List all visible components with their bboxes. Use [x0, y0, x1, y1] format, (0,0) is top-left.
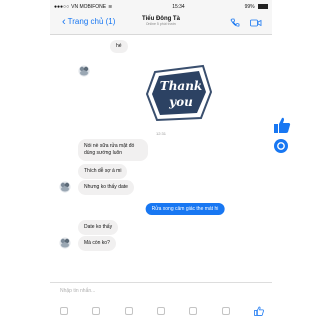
message-text: Date ko thấy	[84, 224, 113, 230]
sticker-icon[interactable]	[124, 307, 133, 315]
like-icon[interactable]	[273, 116, 291, 134]
call-actions	[230, 18, 262, 28]
camera-icon[interactable]	[60, 307, 68, 315]
seen-icon	[277, 142, 285, 150]
thank-you-sticker[interactable]: Thank you	[145, 64, 217, 122]
chat-header: ‹ Trang chủ (1) Tiểu Đông Tà Online 5 ph…	[50, 13, 272, 35]
avatar[interactable]	[78, 65, 90, 77]
message-text: hé	[116, 43, 122, 49]
sticker-text-thank: Thank	[160, 79, 202, 93]
message-bubble[interactable]: hé	[110, 40, 128, 53]
battery-percent: 99%	[244, 3, 255, 10]
message-bubble[interactable]: Nhưng ko thấy date	[78, 180, 134, 195]
composer-toolbar	[60, 306, 264, 316]
message-bubble[interactable]: Thích dễ sợ á mi	[78, 164, 128, 179]
gif-icon[interactable]	[156, 307, 165, 315]
composer: Nhập tin nhắn...	[50, 282, 272, 320]
message-bubble[interactable]: Date ko thấy	[78, 220, 119, 235]
message-input[interactable]: Nhập tin nhắn...	[60, 288, 95, 294]
message-bubble[interactable]: Mà còn ko?	[78, 236, 116, 251]
carrier-info: ●●●○○ VN MOBIFONE ≋	[54, 4, 112, 10]
message-text: Mà còn ko?	[84, 240, 110, 246]
battery-icon	[258, 3, 268, 9]
seen-avatar	[274, 139, 288, 153]
message-bubble[interactable]: Nói nè sữa rửa mặt đó dùng sướng luôn	[78, 139, 148, 161]
message-bubble-outgoing[interactable]: Rửa xong cảm giác the mát hi	[145, 203, 225, 215]
message-thread[interactable]: hé Thank you 12:31 Nói nè sữa rửa mặt đó…	[50, 35, 291, 282]
image-icon[interactable]	[92, 307, 101, 315]
carrier-name: VN MOBIFONE	[71, 3, 107, 10]
avatar[interactable]	[59, 237, 71, 249]
avatar[interactable]	[59, 181, 71, 193]
video-call-icon[interactable]	[250, 18, 262, 28]
timestamp: 12:31	[155, 131, 166, 136]
message-text: Thích dễ sợ á mi	[84, 168, 122, 174]
mic-icon[interactable]	[189, 307, 198, 315]
like-button-icon[interactable]	[254, 306, 264, 316]
clock: 15:34	[172, 3, 185, 10]
status-bar: ●●●○○ VN MOBIFONE ≋ 15:34 99%	[50, 0, 272, 13]
battery-status: 99%	[245, 4, 268, 10]
sticker-text-you: you	[168, 95, 193, 109]
wifi-icon: ≋	[108, 3, 113, 10]
message-text: Nhưng ko thấy date	[84, 184, 128, 190]
location-icon[interactable]	[221, 307, 230, 315]
signal-icon: ●●●○○	[54, 3, 70, 10]
message-text: Nói nè sữa rửa mặt đó dùng sướng luôn	[84, 143, 135, 156]
message-text: Rửa xong cảm giác the mát hi	[151, 206, 219, 212]
phone-icon[interactable]	[230, 18, 240, 28]
